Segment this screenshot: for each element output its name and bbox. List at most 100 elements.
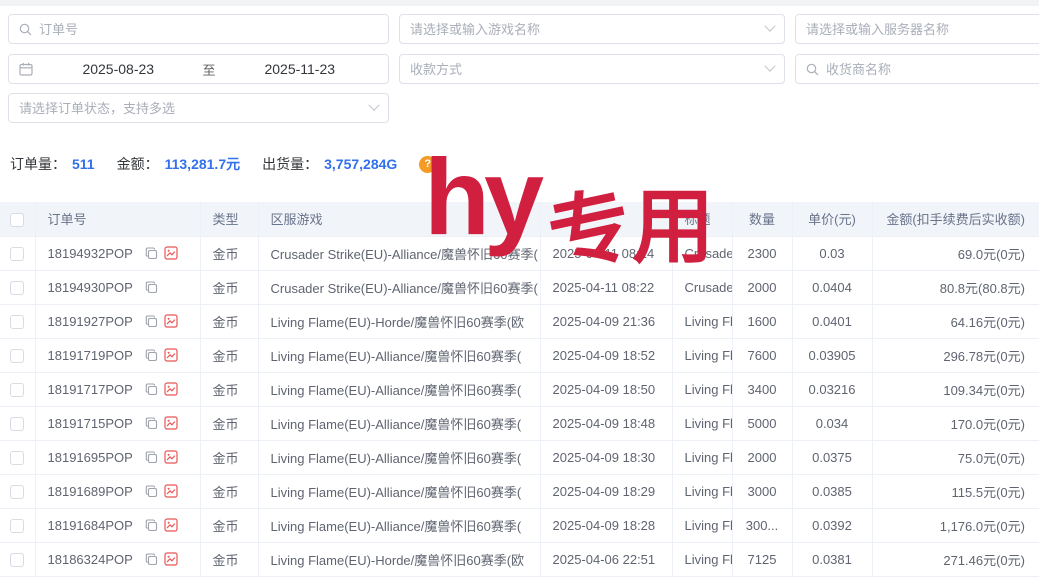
order-count-label: 订单量：	[10, 154, 66, 174]
game-cell: Crusader Strike(EU)-Alliance/魔兽怀旧60赛季(	[258, 236, 540, 270]
game-select[interactable]	[399, 14, 785, 44]
unit-price-cell: 0.03905	[792, 338, 872, 372]
date-end[interactable]: 2025-11-23	[222, 61, 379, 77]
select-all-checkbox[interactable]	[10, 213, 24, 227]
chevron-down-icon	[368, 100, 379, 111]
title-cell: Living Fl	[672, 338, 732, 372]
row-checkbox-cell	[0, 508, 35, 542]
order-no: 18191689POP	[48, 484, 133, 499]
table-row: 18191717POP 金币 Living Flame(EU)-Alliance…	[0, 372, 1039, 406]
row-checkbox[interactable]	[10, 315, 24, 329]
order-management-screen: 2025-08-23 至 2025-11-23 订单量： 511 金额： 113…	[0, 0, 1039, 581]
row-checkbox[interactable]	[10, 349, 24, 363]
type-cell: 金币	[200, 474, 258, 508]
chevron-down-icon	[764, 61, 775, 72]
amount-cell: 64.16元(0元)	[872, 304, 1039, 338]
date-range-picker[interactable]: 2025-08-23 至 2025-11-23	[8, 54, 389, 84]
order-no-cell: 18191695POP	[35, 440, 200, 474]
merchant-input[interactable]	[826, 62, 1039, 77]
copy-icon[interactable]	[145, 417, 158, 430]
table-row: 18191719POP 金币 Living Flame(EU)-Alliance…	[0, 338, 1039, 372]
image-icon[interactable]	[164, 382, 178, 396]
game-cell: Living Flame(EU)-Alliance/魔兽怀旧60赛季(	[258, 338, 540, 372]
payment-select-input[interactable]	[410, 62, 760, 77]
copy-icon[interactable]	[145, 519, 158, 532]
calendar-icon	[19, 62, 33, 76]
row-checkbox[interactable]	[10, 417, 24, 431]
unit-price-cell: 0.0375	[792, 440, 872, 474]
copy-icon[interactable]	[145, 349, 158, 362]
unit-price-cell: 0.0401	[792, 304, 872, 338]
order-no: 18194932POP	[48, 246, 133, 261]
table-row: 18191684POP 金币 Living Flame(EU)-Alliance…	[0, 508, 1039, 542]
row-checkbox-cell	[0, 406, 35, 440]
row-checkbox[interactable]	[10, 451, 24, 465]
row-checkbox[interactable]	[10, 485, 24, 499]
image-icon[interactable]	[164, 518, 178, 532]
copy-icon[interactable]	[145, 553, 158, 566]
type-cell: 金币	[200, 304, 258, 338]
table-row: 18194932POP 金币 Crusader Strike(EU)-Allia…	[0, 236, 1039, 270]
amount-cell: 80.8元(80.8元)	[872, 270, 1039, 304]
game-cell: Living Flame(EU)-Alliance/魔兽怀旧60赛季(	[258, 372, 540, 406]
order-no: 18191684POP	[48, 518, 133, 533]
row-checkbox[interactable]	[10, 247, 24, 261]
column-header	[540, 202, 672, 236]
game-cell: Living Flame(EU)-Alliance/魔兽怀旧60赛季(	[258, 406, 540, 440]
quantity-cell: 3000	[732, 474, 792, 508]
unit-price-cell: 0.0404	[792, 270, 872, 304]
row-checkbox[interactable]	[10, 281, 24, 295]
status-multiselect[interactable]	[8, 93, 389, 123]
amount-cell: 75.0元(0元)	[872, 440, 1039, 474]
date-start[interactable]: 2025-08-23	[40, 61, 197, 77]
quantity-cell: 2000	[732, 440, 792, 474]
order-no: 18186324POP	[48, 552, 133, 567]
copy-icon[interactable]	[145, 383, 158, 396]
row-checkbox[interactable]	[10, 383, 24, 397]
help-icon[interactable]: ?	[419, 156, 436, 173]
column-header: 区服游戏	[258, 202, 540, 236]
status-select-input[interactable]	[19, 101, 364, 116]
type-cell: 金币	[200, 372, 258, 406]
quantity-cell: 5000	[732, 406, 792, 440]
column-header: 订单号	[35, 202, 200, 236]
table-row: 18191715POP 金币 Living Flame(EU)-Alliance…	[0, 406, 1039, 440]
row-checkbox[interactable]	[10, 519, 24, 533]
image-icon[interactable]	[164, 552, 178, 566]
copy-icon[interactable]	[145, 247, 158, 260]
image-icon[interactable]	[164, 246, 178, 260]
table-row: 18191689POP 金币 Living Flame(EU)-Alliance…	[0, 474, 1039, 508]
title-cell: Crusade	[672, 270, 732, 304]
row-checkbox-cell	[0, 338, 35, 372]
row-checkbox[interactable]	[10, 553, 24, 567]
amount-cell: 69.0元(0元)	[872, 236, 1039, 270]
order-no-cell: 18194930POP	[35, 270, 200, 304]
row-checkbox-cell	[0, 270, 35, 304]
amount-cell: 109.34元(0元)	[872, 372, 1039, 406]
amount-cell: 296.78元(0元)	[872, 338, 1039, 372]
row-checkbox-cell	[0, 474, 35, 508]
copy-icon[interactable]	[145, 485, 158, 498]
order-no-input[interactable]	[39, 22, 378, 37]
copy-icon[interactable]	[145, 281, 158, 294]
payment-select[interactable]	[399, 54, 785, 84]
image-icon[interactable]	[164, 484, 178, 498]
image-icon[interactable]	[164, 348, 178, 362]
order-no: 18191717POP	[48, 382, 133, 397]
amount-cell: 271.46元(0元)	[872, 542, 1039, 576]
shipment-value: 3,757,284G	[324, 156, 397, 172]
copy-icon[interactable]	[145, 315, 158, 328]
image-icon[interactable]	[164, 416, 178, 430]
server-field[interactable]	[795, 14, 1039, 44]
title-cell: Living Fl	[672, 440, 732, 474]
image-icon[interactable]	[164, 314, 178, 328]
copy-icon[interactable]	[145, 451, 158, 464]
game-select-input[interactable]	[410, 22, 760, 37]
order-no-field[interactable]	[8, 14, 389, 44]
merchant-field[interactable]	[795, 54, 1039, 84]
image-icon[interactable]	[164, 450, 178, 464]
game-cell: Living Flame(EU)-Alliance/魔兽怀旧60赛季(	[258, 508, 540, 542]
server-input[interactable]	[806, 22, 1039, 37]
select-all-header	[0, 202, 35, 236]
table-row: 18186324POP 金币 Living Flame(EU)-Horde/魔兽…	[0, 542, 1039, 576]
